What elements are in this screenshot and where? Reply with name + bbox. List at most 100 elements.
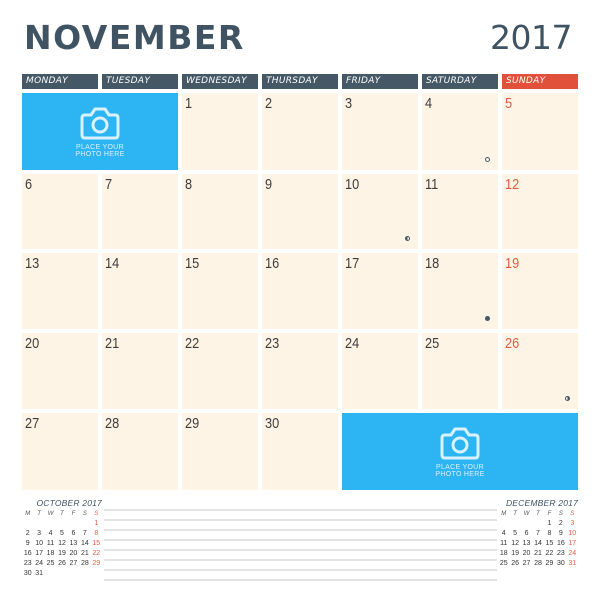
mini-day: 2 [558,520,563,527]
note-line[interactable] [104,569,497,571]
mini-day: 26 [511,560,520,567]
mini-calendar-week: 30 31 [22,569,102,579]
mini-calendar-october: OCTOBER 2017 M T W T F S S 1 2 3 4 5 6 7 8 9 10 11 12 13 14 15… [22,498,102,579]
day-cell[interactable]: 7 [102,174,178,249]
day-cell[interactable]: 22 [182,333,258,409]
camera-icon [80,107,120,139]
day-cell[interactable]: 28 [102,413,178,490]
day-cell[interactable]: 11 [422,174,498,249]
mini-day: 2 [25,530,30,537]
mini-weekday-initial: F [547,511,552,517]
day-number: 16 [265,255,280,272]
photo-placeholder[interactable]: PLACE YOUR PHOTO HERE [342,413,578,490]
day-cell[interactable]: 27 [22,413,98,490]
day-cell[interactable]: 6 [22,174,98,249]
mini-day: 24 [568,550,577,557]
mini-day: 26 [58,560,66,567]
day-cell[interactable]: 17 [342,253,418,329]
day-cell[interactable]: 24 [342,333,418,409]
note-line[interactable] [104,579,497,581]
mini-day: 24 [35,560,44,567]
note-line[interactable] [104,559,497,561]
mini-day: 31 [35,570,44,577]
mini-day: 8 [94,530,99,537]
mini-day: 1 [94,520,99,527]
day-cell[interactable]: 5 [502,93,578,170]
mini-day: 3 [570,520,575,527]
mini-day: 30 [23,570,32,577]
mini-day: 22 [545,550,554,557]
mini-day [509,519,520,529]
mini-day: 20 [69,550,78,557]
mini-day: 13 [69,540,78,547]
note-line[interactable] [104,539,497,541]
mini-day: 16 [556,540,565,547]
mini-calendar-week: 16 17 18 19 20 21 22 [22,549,102,559]
day-number: 2 [265,95,273,112]
day-cell[interactable]: 12 [502,174,578,249]
day-cell[interactable]: 4 [422,93,498,170]
day-cell[interactable]: 26 [502,333,578,409]
mini-calendar-week: 9 10 11 12 13 14 15 [22,539,102,549]
mini-day: 20 [522,550,531,557]
day-cell[interactable]: 8 [182,174,258,249]
note-line[interactable] [104,509,497,511]
day-number: 6 [25,176,33,193]
photo-placeholder-label: PLACE YOUR PHOTO HERE [75,144,124,158]
mini-weekday-initial: M [501,511,507,517]
day-cell[interactable]: 14 [102,253,178,329]
day-cell[interactable]: 1 [182,93,258,170]
day-cell[interactable]: 25 [422,333,498,409]
day-cell[interactable]: 15 [182,253,258,329]
mini-day [91,569,102,579]
day-number: 26 [505,335,520,352]
day-cell[interactable]: 16 [262,253,338,329]
mini-day: 22 [92,550,101,557]
mini-weekday-initial: W [523,511,530,517]
mini-weekday-initial: S [94,511,99,517]
day-number: 10 [345,176,360,193]
photo-label-line1: PLACE YOUR [76,143,124,151]
day-cell[interactable]: 20 [22,333,98,409]
mini-day: 4 [501,530,506,537]
mini-calendar-week: 4 5 6 7 8 9 10 [498,529,578,539]
day-number: 18 [425,255,440,272]
weekday-header-wednesday: WEDNESDAY [182,74,258,89]
day-cell[interactable]: 21 [102,333,178,409]
mini-day [56,569,67,579]
note-line[interactable] [104,529,497,531]
mini-day: 15 [92,540,101,547]
mini-day: 18 [46,550,55,557]
mini-day: 9 [558,530,563,537]
mini-day: 5 [60,530,64,537]
mini-day: 14 [534,540,542,547]
day-cell[interactable]: 29 [182,413,258,490]
mini-day [68,519,79,529]
mini-day: 6 [524,530,529,537]
day-number: 11 [425,176,439,193]
note-line[interactable] [104,549,497,551]
mini-calendar-weekdays: MTWTFSS [22,509,102,519]
mini-day: 10 [35,540,44,547]
day-cell[interactable]: 23 [262,333,338,409]
day-cell[interactable]: 9 [262,174,338,249]
mini-day [68,569,79,579]
day-number: 24 [345,335,360,352]
day-cell[interactable]: 19 [502,253,578,329]
mini-day: 10 [568,530,577,537]
note-line[interactable] [104,519,497,521]
mini-day [22,519,33,529]
day-cell[interactable]: 2 [262,93,338,170]
day-cell[interactable]: 10 [342,174,418,249]
day-cell[interactable]: 13 [22,253,98,329]
mini-weekday-initial: T [60,511,64,517]
photo-placeholder[interactable]: PLACE YOUR PHOTO HERE [22,93,178,170]
mini-day: 18 [499,550,508,557]
day-cell[interactable]: 3 [342,93,418,170]
weekday-header-tuesday: TUESDAY [102,74,178,89]
mini-weekday-initial: S [570,511,575,517]
mini-day: 28 [80,560,89,567]
day-cell[interactable]: 30 [262,413,338,490]
mini-day: 19 [58,550,66,557]
day-cell[interactable]: 18 [422,253,498,329]
